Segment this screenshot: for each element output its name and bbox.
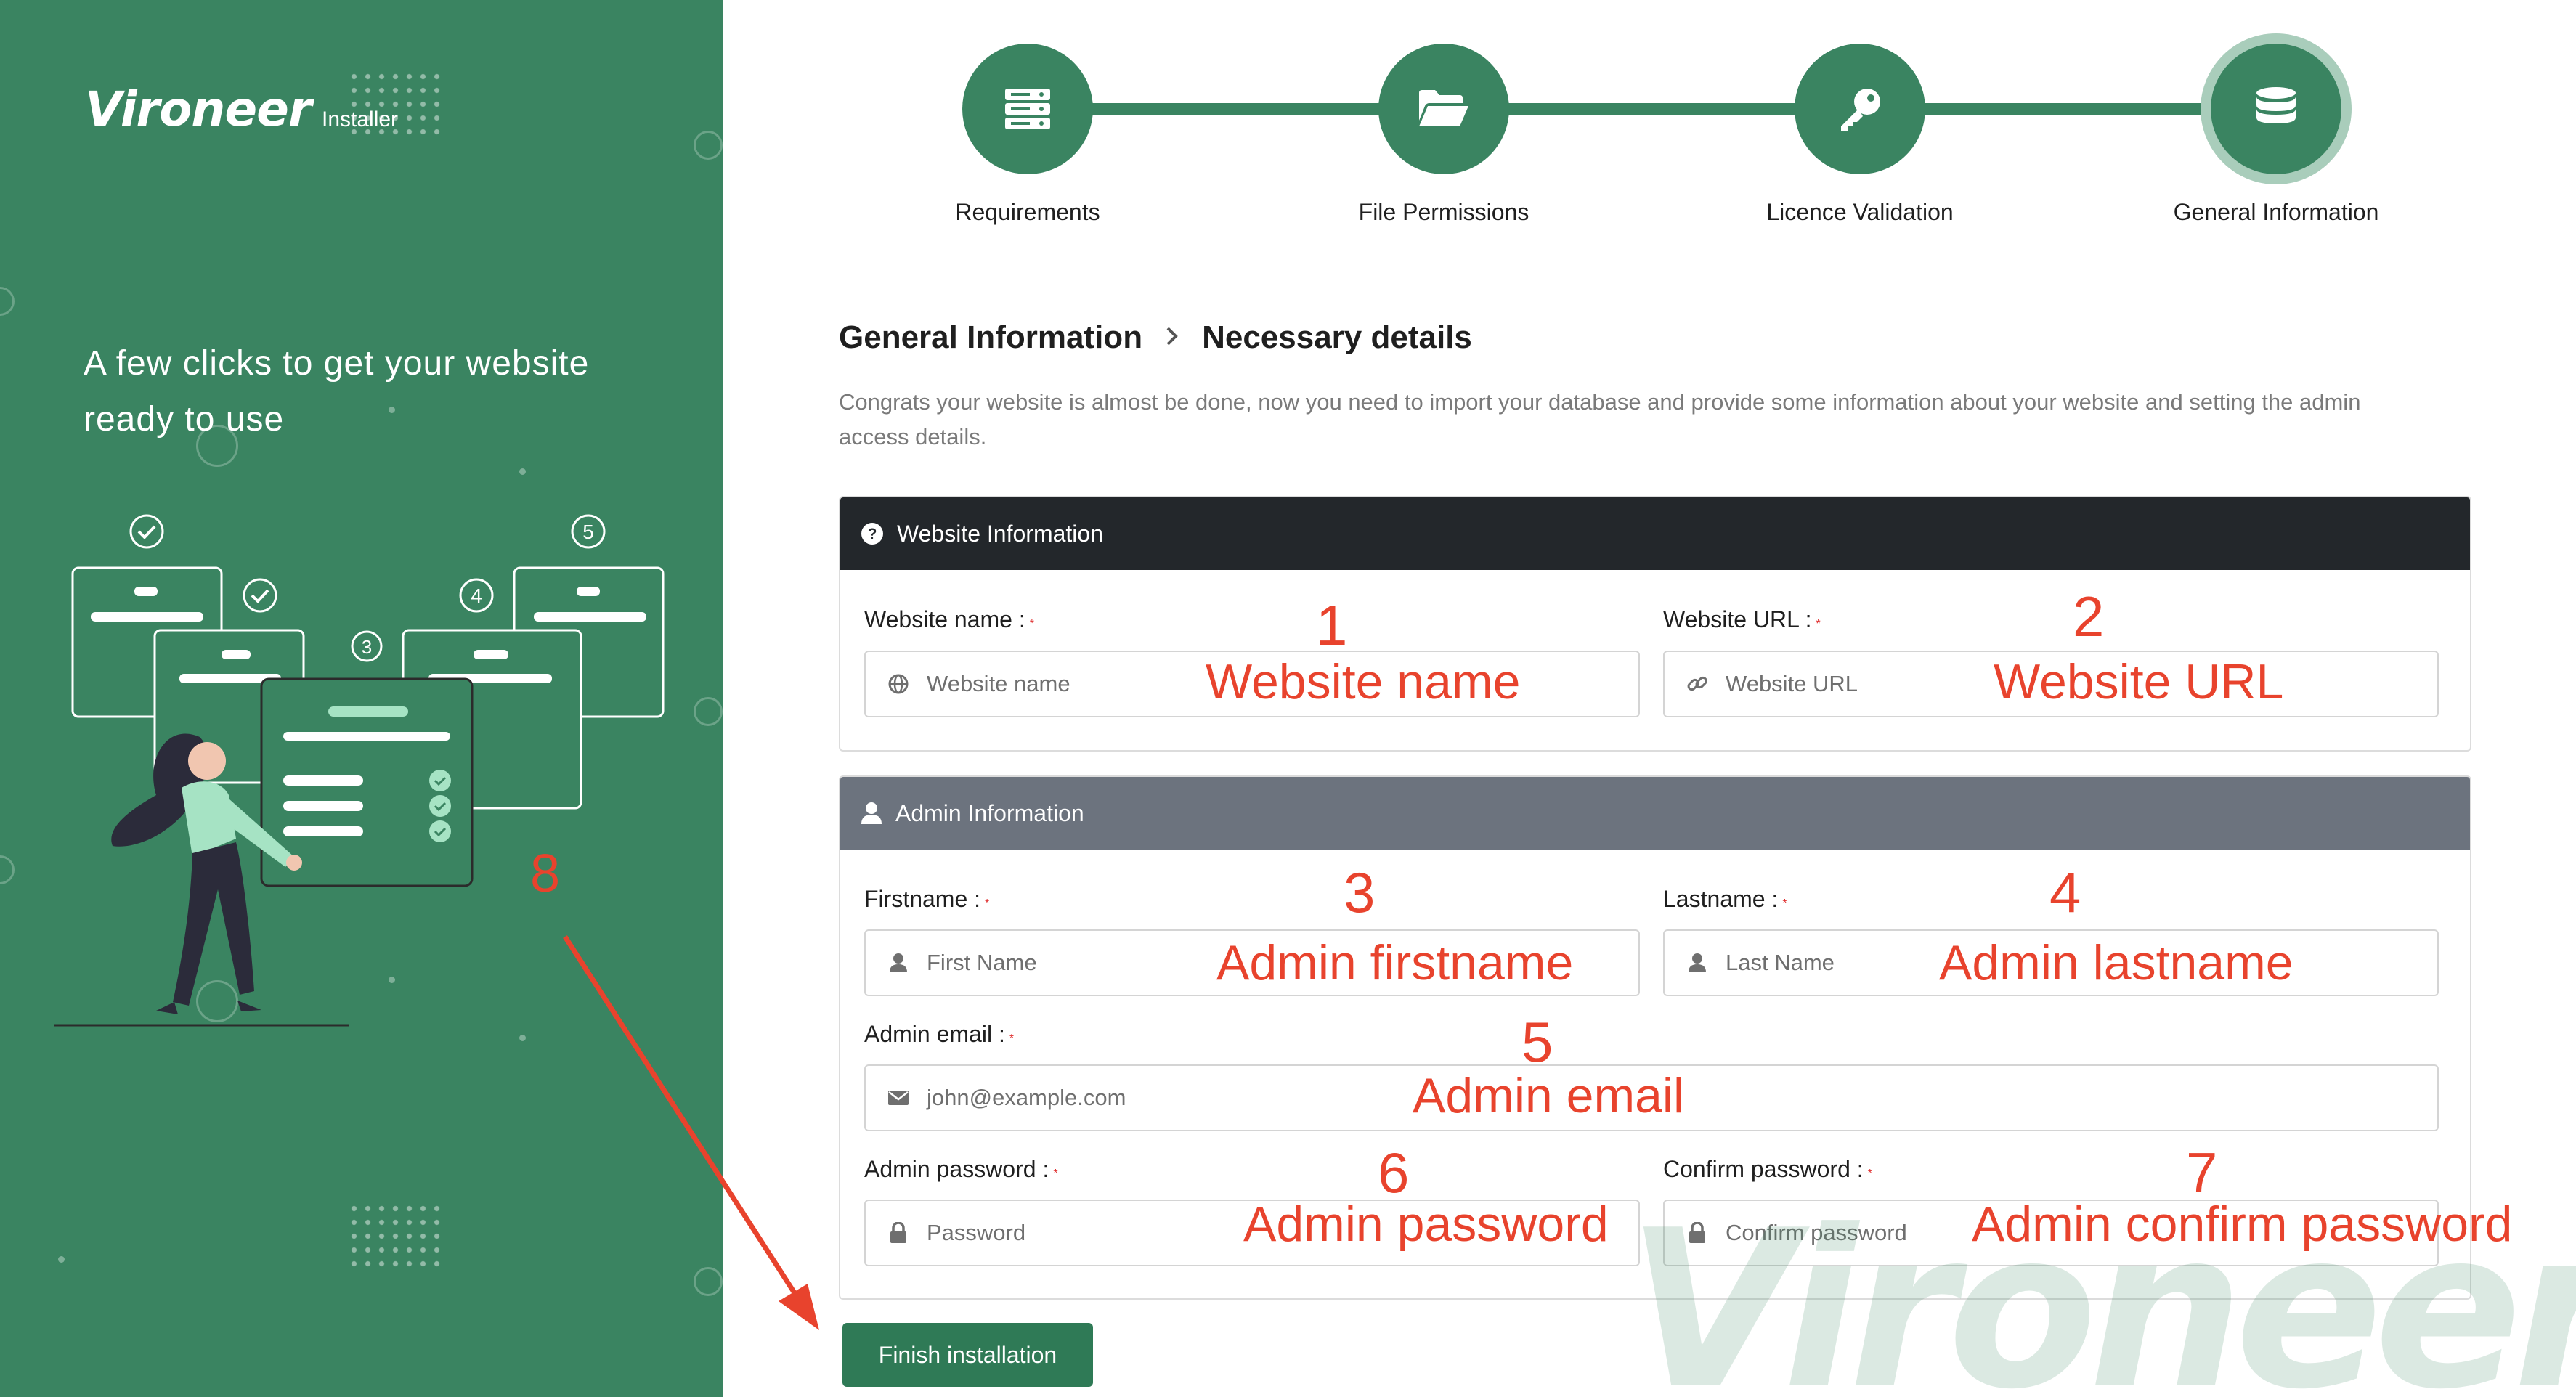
lastname-placeholder: Last Name — [1726, 950, 1835, 975]
annotation-admin-email: Admin email — [1413, 1068, 1685, 1123]
lastname-label: Lastname : * — [1663, 886, 1787, 912]
website-name-label: Website name : * — [864, 606, 1034, 632]
decor-dots — [347, 1202, 442, 1267]
illustration-step-3: 3 — [362, 636, 372, 658]
svg-text:?: ? — [868, 526, 877, 542]
required-mark: * — [985, 897, 990, 910]
install-stepper: Requirements File Permissions Licence Va… — [871, 22, 2455, 232]
admin-password-label: Admin password : * — [864, 1156, 1058, 1182]
intro-text: Congrats your website is almost be done,… — [839, 389, 2361, 449]
required-mark: * — [1009, 1033, 1015, 1045]
required-mark: * — [1867, 1168, 1872, 1180]
user-icon — [1685, 953, 1710, 973]
main-content: General Information Necessary details Co… — [839, 319, 2473, 455]
envelope-icon — [886, 1089, 911, 1107]
step-label: Requirements — [955, 199, 1100, 225]
finish-installation-button[interactable]: Finish installation — [842, 1323, 1093, 1387]
installer-illustration: 5 4 3 — [54, 514, 665, 1027]
annotation-2: 2 — [2073, 585, 2105, 648]
step-circle — [962, 44, 1093, 174]
step-general-information: General Information — [2131, 44, 2421, 226]
annotation-7: 7 — [2186, 1141, 2218, 1205]
website-information-title: Website Information — [897, 520, 1103, 547]
decor-dot — [58, 1256, 65, 1263]
step-circle — [1795, 44, 1925, 174]
stepper-progress-line — [1028, 103, 2270, 115]
required-mark: * — [1029, 618, 1034, 630]
chevron-right-icon — [1164, 322, 1180, 354]
brand-logo: Vironeer — [85, 81, 312, 137]
annotation-8: 8 — [530, 843, 561, 903]
breadcrumb-parent: General Information — [839, 319, 1143, 355]
user-icon — [861, 802, 882, 825]
database-icon — [2256, 87, 2296, 123]
globe-icon — [886, 673, 911, 695]
decor-ring — [0, 287, 15, 316]
decor-ring — [694, 1267, 723, 1296]
annotation-website-name: Website name — [1206, 654, 1521, 709]
step-label: Licence Validation — [1766, 199, 1954, 225]
required-mark: * — [1782, 897, 1787, 910]
key-icon — [1841, 89, 1880, 131]
firstname-placeholder: First Name — [927, 950, 1037, 975]
step-label: File Permissions — [1358, 199, 1529, 225]
lock-icon — [886, 1222, 911, 1244]
annotation-6: 6 — [1378, 1141, 1410, 1205]
admin-password-placeholder: Password — [927, 1220, 1026, 1245]
step-file-permissions: File Permissions — [1299, 44, 1589, 226]
illustration-step-4: 4 — [471, 585, 482, 607]
annotation-4: 4 — [2049, 860, 2081, 924]
lock-icon — [1685, 1222, 1710, 1244]
step-requirements: Requirements — [882, 44, 1173, 226]
step-label: General Information — [2173, 199, 2379, 225]
website-name-placeholder: Website name — [927, 671, 1070, 696]
step-circle — [2211, 44, 2341, 174]
admin-email-label: Admin email : * — [864, 1021, 1015, 1047]
required-mark: * — [1816, 618, 1821, 630]
annotation-5: 5 — [1521, 1010, 1553, 1074]
breadcrumb: General Information Necessary details — [839, 319, 2473, 356]
sidebar-panel: Vironeer Installer A few clicks to get y… — [0, 0, 723, 1397]
admin-email-placeholder: john@example.com — [927, 1085, 1126, 1110]
confirm-password-placeholder: Confirm password — [1726, 1220, 1907, 1245]
website-information-header: ? Website Information — [840, 497, 2470, 570]
annotation-website-url: Website URL — [1994, 654, 2284, 709]
annotation-admin-password: Admin password — [1243, 1197, 1609, 1252]
tagline: A few clicks to get your website ready t… — [84, 344, 590, 439]
step-licence-validation: Licence Validation — [1715, 44, 2005, 226]
decor-dot — [519, 468, 526, 475]
annotation-3: 3 — [1344, 860, 1376, 924]
annotation-admin-confirm-password: Admin confirm password — [1972, 1197, 2513, 1252]
website-url-placeholder: Website URL — [1726, 671, 1858, 696]
website-url-label: Website URL : * — [1663, 606, 1821, 632]
breadcrumb-current: Necessary details — [1202, 319, 1472, 355]
decor-ring — [0, 855, 15, 884]
link-icon — [1685, 672, 1710, 696]
annotation-admin-firstname: Admin firstname — [1216, 935, 1574, 990]
required-mark: * — [1053, 1168, 1058, 1180]
decor-ring — [694, 131, 723, 160]
step-circle — [1378, 44, 1509, 174]
annotation-admin-lastname: Admin lastname — [1939, 935, 2293, 990]
decor-dots — [347, 70, 442, 135]
firstname-label: Firstname : * — [864, 886, 990, 912]
confirm-password-label: Confirm password : * — [1663, 1156, 1872, 1182]
question-circle-icon: ? — [861, 522, 884, 545]
admin-information-title: Admin Information — [895, 799, 1084, 826]
decor-ring — [694, 697, 723, 726]
illustration-step-5: 5 — [582, 521, 594, 543]
server-icon — [1005, 89, 1050, 129]
user-icon — [886, 953, 911, 973]
annotation-1: 1 — [1316, 593, 1348, 657]
admin-information-header: Admin Information — [840, 777, 2470, 850]
folder-open-icon — [1419, 90, 1468, 126]
